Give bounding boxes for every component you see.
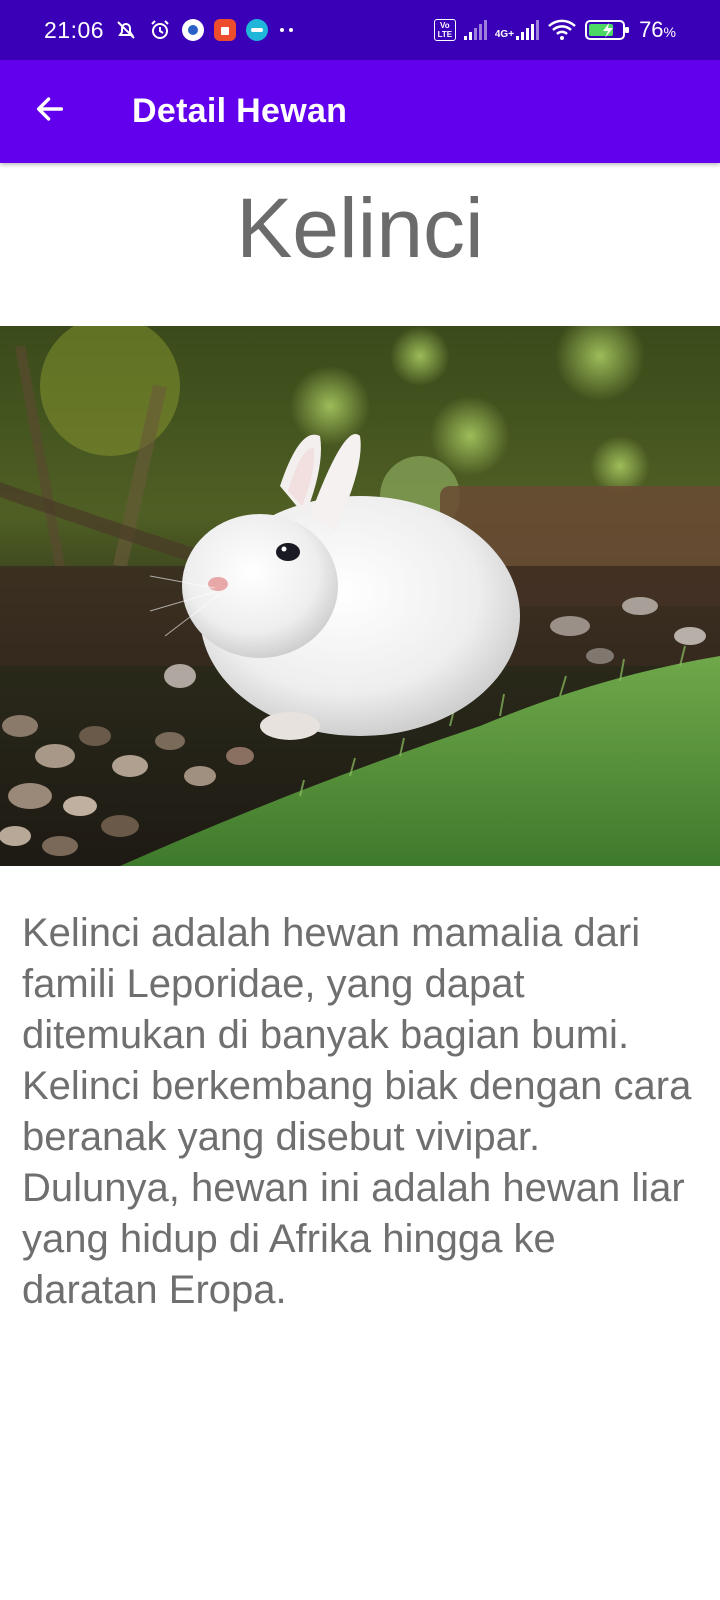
more-dots-icon [278, 26, 296, 34]
app-notification-icon [182, 19, 205, 41]
animal-name-heading: Kelinci [236, 181, 484, 275]
battery-percent-value: 76 [639, 17, 664, 42]
battery-charging-icon [585, 18, 631, 42]
canva-icon [246, 19, 269, 41]
status-bar: 21:06 Vo LTE 4G+ 76% [0, 0, 720, 60]
animal-photo [0, 326, 720, 866]
wifi-icon [547, 18, 577, 42]
battery-percent-unit: % [663, 24, 676, 40]
rabbit-photo-illustration [0, 326, 720, 866]
back-button[interactable] [20, 82, 80, 142]
mute-bell-icon [114, 18, 138, 42]
status-bar-left: 21:06 [44, 17, 296, 44]
alarm-icon [148, 18, 172, 42]
animal-description: Kelinci adalah hewan mamalia dari famili… [22, 911, 692, 1312]
signal-4g-icon: 4G+ [494, 20, 540, 40]
page-title: Detail Hewan [132, 92, 348, 130]
arrow-back-icon [33, 92, 67, 131]
volte-icon: Vo LTE [433, 19, 456, 41]
app-bar: Detail Hewan [0, 60, 720, 163]
shopee-icon [214, 19, 237, 41]
battery-percent: 76% [639, 17, 676, 43]
status-time: 21:06 [44, 16, 105, 43]
signal-icon [463, 20, 487, 40]
signal-bars [516, 20, 540, 40]
status-bar-right: Vo LTE 4G+ 76% [433, 17, 676, 43]
network-type-label: 4G+ [494, 29, 515, 40]
